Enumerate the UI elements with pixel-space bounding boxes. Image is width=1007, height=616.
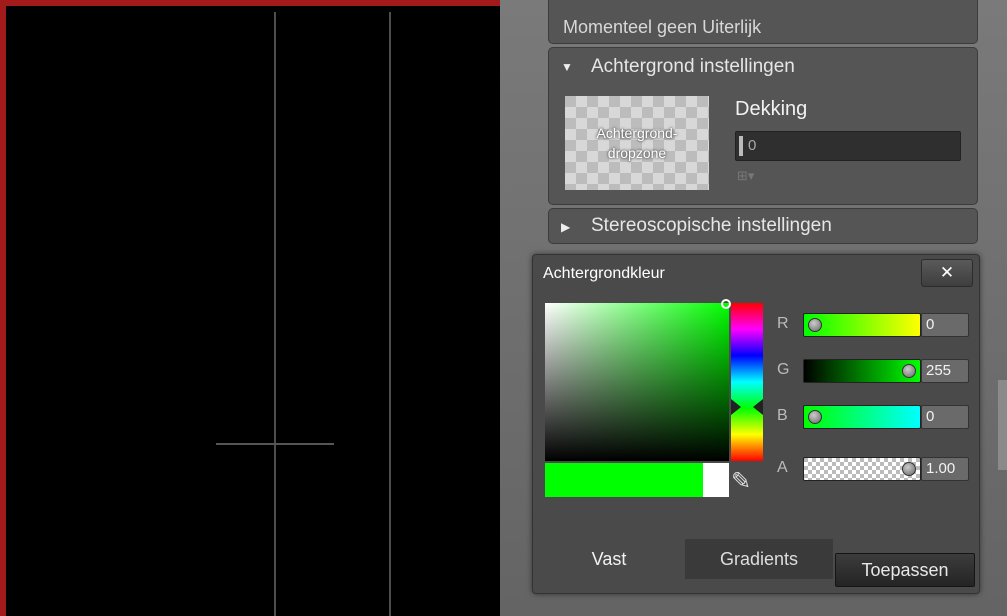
alpha-slider-knob[interactable] bbox=[902, 462, 916, 476]
new-color-swatch bbox=[545, 463, 703, 497]
collapse-triangle-icon[interactable]: ▼ bbox=[561, 60, 573, 74]
background-color-dialog: Achtergrondkleur ✕ ✎ R 0 G 255 B 0 A 1.0… bbox=[532, 254, 980, 594]
dropzone-label: Achtergrond-dropzone bbox=[596, 125, 678, 161]
opacity-slider[interactable]: 0 bbox=[735, 131, 961, 161]
alpha-value-field[interactable]: 1.00 bbox=[921, 457, 969, 481]
previous-color-swatch[interactable] bbox=[703, 463, 729, 497]
guide-line-vertical bbox=[389, 12, 391, 616]
green-value-field[interactable]: 255 bbox=[921, 359, 969, 383]
eyedropper-icon[interactable]: ✎ bbox=[731, 467, 751, 496]
blue-value-field[interactable]: 0 bbox=[921, 405, 969, 429]
green-slider[interactable] bbox=[803, 359, 921, 383]
stereo-settings-panel[interactable]: ▶ Stereoscopische instellingen bbox=[548, 208, 978, 244]
stereo-settings-title[interactable]: Stereoscopische instellingen bbox=[591, 215, 832, 237]
hue-slider-marker[interactable] bbox=[731, 397, 763, 417]
blue-slider-knob[interactable] bbox=[808, 410, 822, 424]
red-label: R bbox=[777, 315, 789, 332]
opacity-value: 0 bbox=[748, 137, 757, 154]
layout-dropdown-icon[interactable]: ⊞▾ bbox=[737, 168, 754, 184]
saturation-value-picker[interactable] bbox=[545, 303, 729, 461]
close-icon: ✕ bbox=[939, 263, 955, 282]
tab-gradients[interactable]: Gradients bbox=[685, 539, 833, 579]
background-settings-title[interactable]: Achtergrond instellingen bbox=[591, 56, 795, 78]
opacity-slider-handle[interactable] bbox=[739, 136, 743, 156]
guide-line-vertical bbox=[274, 12, 276, 616]
panel-edge bbox=[998, 380, 1007, 470]
close-button[interactable]: ✕ bbox=[921, 259, 973, 287]
appearance-title: Momenteel geen Uiterlijk bbox=[563, 17, 762, 37]
alpha-slider[interactable] bbox=[803, 457, 921, 481]
guide-line-horizontal bbox=[216, 443, 334, 445]
background-settings-panel: ▼ Achtergrond instellingen Achtergrond-d… bbox=[548, 47, 978, 205]
color-picker-handle[interactable] bbox=[721, 299, 731, 309]
tab-solid[interactable]: Vast bbox=[533, 539, 685, 579]
red-slider-knob[interactable] bbox=[808, 318, 822, 332]
dialog-title: Achtergrondkleur bbox=[543, 265, 665, 282]
green-slider-knob[interactable] bbox=[902, 364, 916, 378]
alpha-label: A bbox=[777, 459, 788, 476]
hue-slider[interactable] bbox=[731, 303, 763, 461]
blue-slider[interactable] bbox=[803, 405, 921, 429]
background-dropzone[interactable]: Achtergrond-dropzone bbox=[565, 96, 709, 190]
green-label: G bbox=[777, 361, 790, 378]
red-slider[interactable] bbox=[803, 313, 921, 337]
expand-triangle-icon[interactable]: ▶ bbox=[561, 220, 570, 234]
blue-label: B bbox=[777, 407, 788, 424]
red-value-field[interactable]: 0 bbox=[921, 313, 969, 337]
preview-canvas bbox=[0, 0, 500, 616]
appearance-panel[interactable]: Momenteel geen Uiterlijk bbox=[548, 0, 978, 44]
opacity-label: Dekking bbox=[735, 98, 808, 120]
apply-button[interactable]: Toepassen bbox=[835, 553, 975, 587]
